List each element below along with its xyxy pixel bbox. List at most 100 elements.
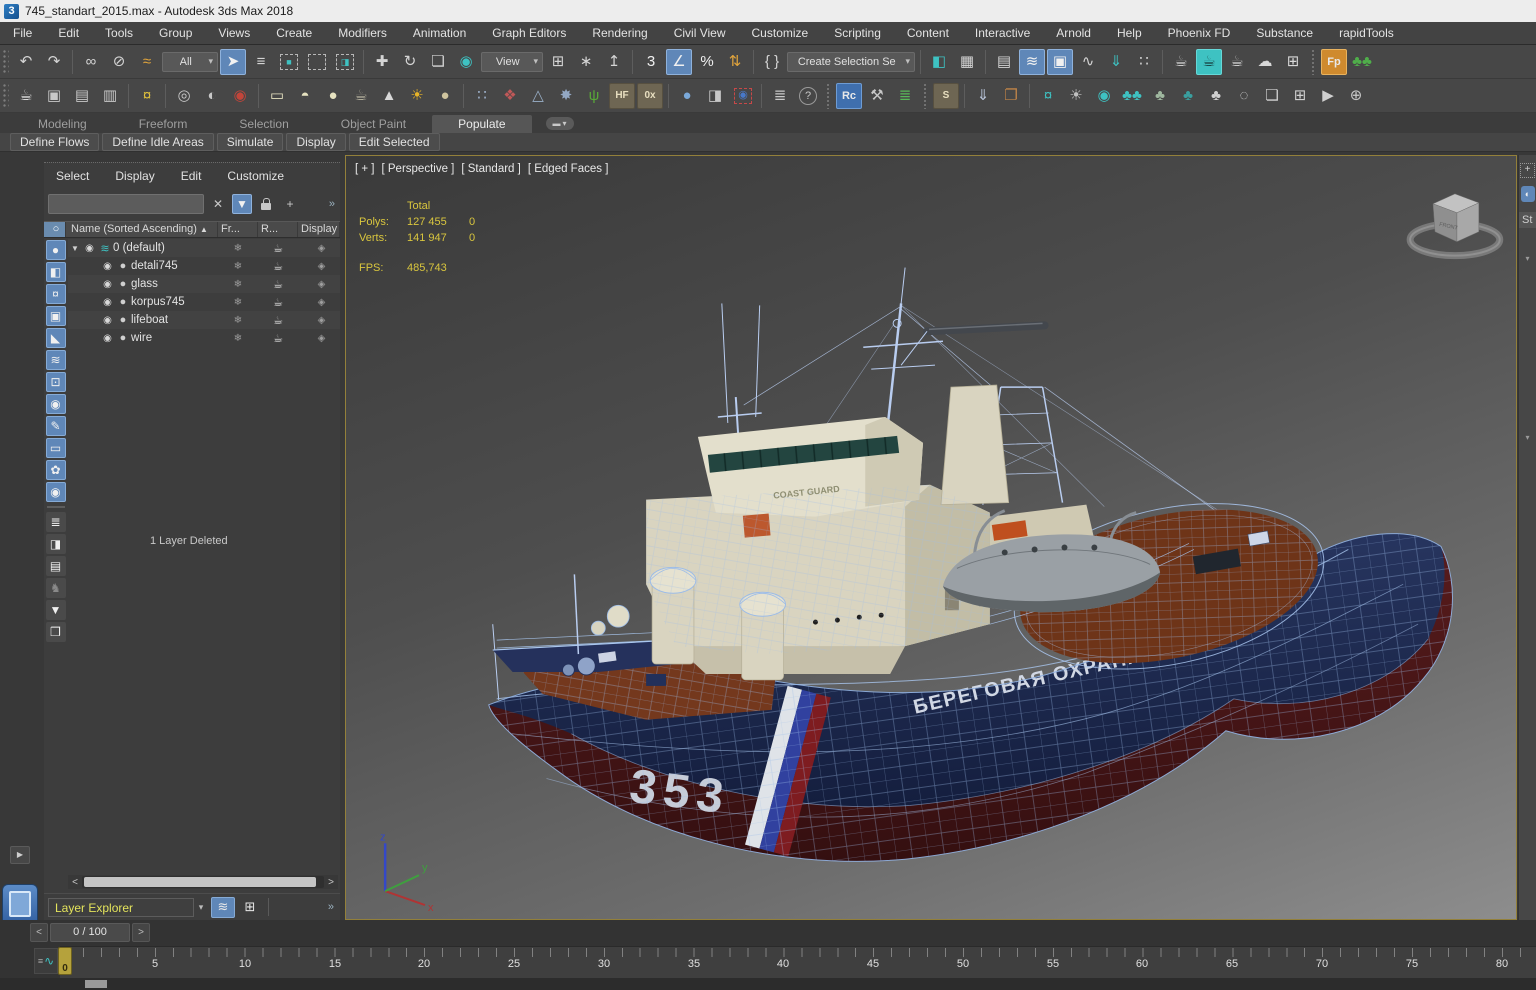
toolbox-button[interactable]: ⚒ — [864, 83, 890, 109]
toolbar-separator[interactable] — [985, 49, 986, 74]
toolbar-separator[interactable] — [920, 49, 921, 74]
toolbar-grip[interactable] — [2, 48, 9, 75]
define-idle-areas-button[interactable]: Define Idle Areas — [102, 133, 214, 151]
spinner-snap-button[interactable]: ⇅ — [722, 49, 748, 75]
railclone-button[interactable]: Rc — [836, 82, 862, 109]
explorer-overflow-chevrons[interactable]: » — [329, 198, 335, 210]
filter-lights-button[interactable]: ¤ — [45, 284, 66, 304]
renderable-icon[interactable]: ☕ — [258, 278, 298, 291]
explorer-menu-display[interactable]: Display — [115, 169, 154, 183]
create-tab-icon[interactable]: + — [1520, 163, 1535, 178]
redo-button[interactable]: ↷ — [41, 49, 67, 75]
display-list-button[interactable]: ≣ — [45, 512, 66, 532]
keyboard-override-button[interactable]: ↥ — [601, 49, 627, 75]
freeze-icon[interactable]: ❄ — [218, 261, 258, 272]
layer-row[interactable]: ◉ ● korpus745 ❄ ☕ ◈ — [68, 293, 340, 311]
sphere-light-button[interactable]: ● — [320, 83, 346, 109]
freeze-icon[interactable]: ❄ — [218, 315, 258, 326]
named-selection-sets-button[interactable]: { } — [759, 49, 785, 75]
use-pivot-center-button[interactable]: ⊞ — [545, 49, 571, 75]
filter-materials-button[interactable]: ✿ — [45, 460, 66, 480]
schematic-view-button[interactable]: ∷ — [1131, 49, 1157, 75]
toolbar-separator[interactable] — [632, 49, 633, 74]
viewport-menu-shading[interactable]: [ Standard ] — [461, 163, 520, 175]
renderable-icon[interactable]: ☕ — [258, 332, 298, 345]
toolbar-separator[interactable] — [753, 49, 754, 74]
tab-modeling[interactable]: Modeling — [12, 115, 113, 133]
toolbar-separator[interactable] — [1162, 49, 1163, 74]
menu-item[interactable]: Civil View — [661, 22, 739, 44]
toolbar-separator[interactable] — [964, 83, 965, 108]
layer-row[interactable]: ◉ ● wire ❄ ☕ ◈ — [68, 329, 340, 347]
filter-xrefs-button[interactable]: ◉ — [45, 394, 66, 414]
window-selection-button[interactable]: ◨ — [332, 49, 358, 75]
menu-item[interactable]: Graph Editors — [479, 22, 579, 44]
layer-copy-button[interactable]: ❏ — [1259, 83, 1285, 109]
percent-snap-button[interactable]: % — [694, 49, 720, 75]
toolbar-separator[interactable] — [463, 83, 464, 108]
filter-cameras-button[interactable]: ▣ — [45, 306, 66, 326]
light-plane-button[interactable]: ▭ — [264, 83, 290, 109]
explorer-mode-selector[interactable]: Layer Explorer — [48, 897, 194, 917]
sphere-env-button[interactable]: ● — [432, 83, 458, 109]
current-frame-field[interactable]: 0 / 100 — [50, 923, 130, 942]
rectangular-selection-region-button[interactable]: ■ — [276, 49, 302, 75]
menu-item[interactable]: Views — [205, 22, 263, 44]
toolbar-separator[interactable] — [668, 83, 669, 108]
freeze-icon[interactable]: ❄ — [218, 297, 258, 308]
layer-row[interactable]: ◉ ● detali745 ❄ ☕ ◈ — [68, 257, 340, 275]
search-input[interactable] — [48, 194, 204, 214]
boat-model[interactable]: 353 БЕРЕГОВАЯ ОХРАНА — [488, 267, 1453, 862]
export-assets-button[interactable]: ❐ — [998, 83, 1024, 109]
render-elements-button[interactable]: ▤ — [69, 83, 95, 109]
tab-populate[interactable]: Populate — [432, 115, 532, 133]
edit-selected-button[interactable]: Edit Selected — [348, 133, 440, 151]
physical-camera-button[interactable]: ◉ — [227, 83, 253, 109]
time-ruler[interactable]: 5 10 15 20 25 30 35 40 45 50 55 60 65 70 75 80 0 — [58, 946, 1536, 979]
viewcube[interactable]: FRONT — [1406, 193, 1504, 260]
corona-converter-button[interactable]: ◌ — [1231, 83, 1257, 109]
tab-freeform[interactable]: Freeform — [113, 115, 214, 133]
toolbar-separator[interactable] — [258, 83, 259, 108]
render-production-button[interactable]: ☕ — [1224, 49, 1250, 75]
camera-lister-button[interactable]: ◎ — [171, 83, 197, 109]
viewport-tiles-button[interactable]: ⊞ — [1287, 83, 1313, 109]
corona-camera-button[interactable]: ◉ — [1091, 83, 1117, 109]
menu-item[interactable]: Tools — [92, 22, 146, 44]
filter-shapes-button[interactable]: ◧ — [45, 262, 66, 282]
hierarchy-view-icon[interactable]: ⊞ — [238, 897, 262, 918]
eye-icon[interactable]: ◉ — [100, 297, 115, 308]
select-and-place-button[interactable]: ◉ — [453, 49, 479, 75]
mini-curve-editor-button[interactable]: ≡ ∿ — [34, 948, 58, 974]
viewport-menu-pov[interactable]: [ Perspective ] — [382, 163, 455, 175]
cone-light-button[interactable]: ▲ — [376, 83, 402, 109]
menu-item[interactable]: Phoenix FD — [1155, 22, 1244, 44]
menu-item[interactable]: Edit — [45, 22, 92, 44]
select-by-name-button[interactable]: ≡ — [248, 49, 274, 75]
undo-button[interactable]: ↶ — [13, 49, 39, 75]
add-layer-icon[interactable]: + — [280, 194, 300, 214]
selector-dropdown-icon[interactable]: ▾ — [194, 902, 208, 913]
menu-item[interactable]: Group — [146, 22, 205, 44]
tab-selection[interactable]: Selection — [213, 115, 314, 133]
tree-list-button[interactable]: ♣ — [1147, 83, 1173, 109]
previous-frame-button[interactable]: < — [30, 923, 48, 942]
expand-icon[interactable]: ▼ — [68, 244, 82, 253]
filter-bones-button[interactable]: ✎ — [45, 416, 66, 436]
menu-item[interactable]: Substance — [1243, 22, 1326, 44]
menu-item[interactable]: Scripting — [821, 22, 894, 44]
toolbar-separator[interactable] — [761, 83, 762, 108]
align-button[interactable]: ▦ — [954, 49, 980, 75]
filter-divider[interactable] — [46, 506, 65, 508]
filter-all-objects-button[interactable]: ⊡ — [45, 372, 66, 392]
eye-icon[interactable]: ◉ — [100, 279, 115, 290]
explorer-menu-customize[interactable]: Customize — [227, 169, 284, 183]
scrollbar-track[interactable] — [82, 876, 324, 888]
lock-icon[interactable] — [256, 194, 276, 214]
layer-row[interactable]: ▼ ◉ ≋ 0 (default) ❄ ☕ ◈ — [68, 239, 340, 257]
particles-button[interactable]: ❖ — [497, 83, 523, 109]
corona-light-button[interactable]: ¤ — [1035, 83, 1061, 109]
viewport[interactable]: 353 БЕРЕГОВАЯ ОХРАНА — [345, 155, 1517, 920]
toolbar-separator[interactable] — [128, 83, 129, 108]
renderable-icon[interactable]: ☕ — [258, 296, 298, 309]
